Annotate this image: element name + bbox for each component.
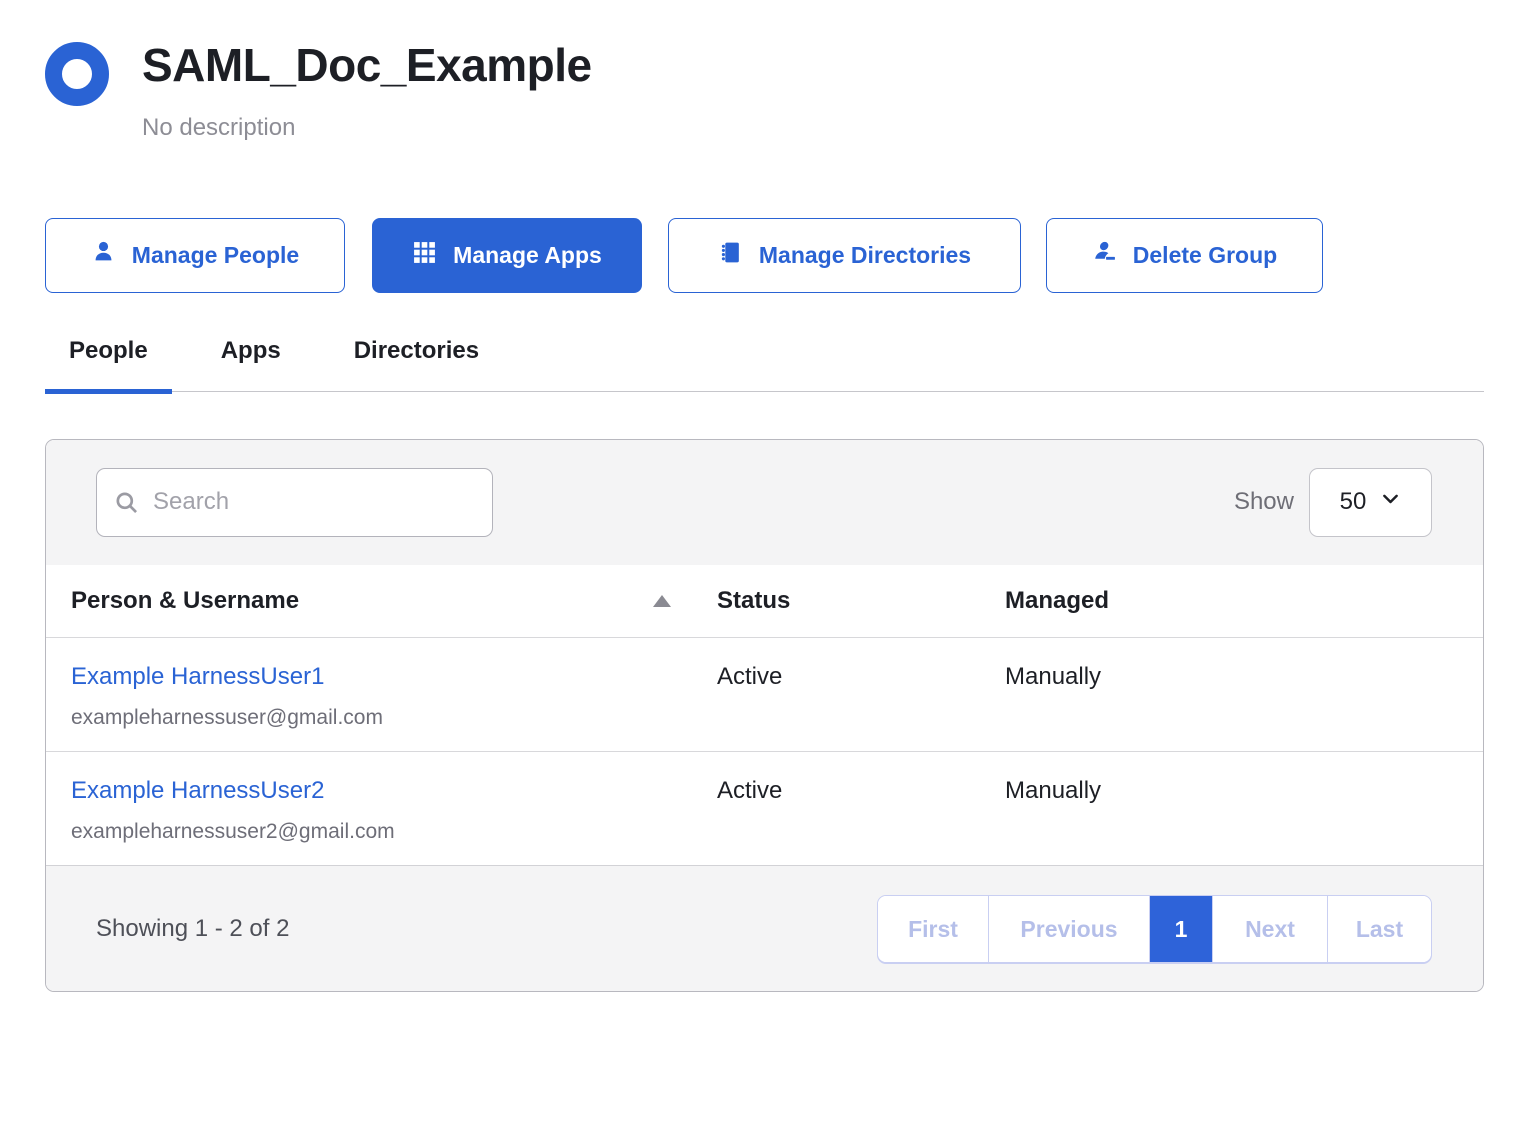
pagination-last-button[interactable]: Last xyxy=(1327,896,1431,962)
delete-group-button[interactable]: Delete Group xyxy=(1046,218,1323,293)
user-status: Active xyxy=(717,663,1005,751)
group-detail-page: SAML_Doc_Example No description Manage P… xyxy=(0,0,1520,992)
manage-apps-label: Manage Apps xyxy=(453,242,602,269)
user-status: Active xyxy=(717,777,1005,865)
apps-grid-icon xyxy=(412,240,437,271)
pagination: First Previous 1 Next Last xyxy=(877,895,1432,963)
table-toolbar: Show 50 xyxy=(46,440,1483,565)
person-icon xyxy=(91,240,116,271)
column-header-person-username[interactable]: Person & Username xyxy=(71,587,717,615)
table-row: Example HarnessUser2 exampleharnessuser2… xyxy=(46,751,1483,865)
group-ring-icon xyxy=(45,42,109,106)
manage-people-label: Manage People xyxy=(132,242,299,269)
manage-apps-button[interactable]: Manage Apps xyxy=(372,218,642,293)
table-header-row: Person & Username Status Managed xyxy=(46,565,1483,637)
pagination-page-1-button[interactable]: 1 xyxy=(1149,896,1212,962)
search-input[interactable] xyxy=(96,468,493,537)
user-email: exampleharnessuser2@gmail.com xyxy=(71,820,717,844)
user-link[interactable]: Example HarnessUser1 xyxy=(71,663,324,690)
table-row: Example HarnessUser1 exampleharnessuser@… xyxy=(46,637,1483,751)
tab-apps[interactable]: Apps xyxy=(197,337,305,394)
manage-directories-button[interactable]: Manage Directories xyxy=(668,218,1021,293)
pagination-next-button[interactable]: Next xyxy=(1212,896,1327,962)
column-label-person-username: Person & Username xyxy=(71,587,299,615)
column-header-status[interactable]: Status xyxy=(717,587,1005,615)
user-managed: Manually xyxy=(1005,777,1483,865)
results-summary: Showing 1 - 2 of 2 xyxy=(96,915,289,943)
user-managed: Manually xyxy=(1005,663,1483,751)
manage-people-button[interactable]: Manage People xyxy=(45,218,345,293)
sort-asc-icon xyxy=(653,595,671,607)
tab-people[interactable]: People xyxy=(45,337,172,394)
chevron-down-icon xyxy=(1380,488,1401,516)
page-title: SAML_Doc_Example xyxy=(142,39,592,92)
people-table-card: Show 50 Person & Username Status Managed xyxy=(45,439,1484,992)
show-label: Show xyxy=(1234,488,1294,516)
pagination-previous-button[interactable]: Previous xyxy=(988,896,1149,962)
person-remove-icon xyxy=(1092,240,1117,271)
tab-directories[interactable]: Directories xyxy=(330,337,503,394)
search-box xyxy=(96,468,493,537)
group-tabs: People Apps Directories xyxy=(45,337,1484,392)
user-link[interactable]: Example HarnessUser2 xyxy=(71,777,324,804)
group-description: No description xyxy=(142,114,592,142)
group-header: SAML_Doc_Example No description xyxy=(45,39,1484,142)
table-footer: Showing 1 - 2 of 2 First Previous 1 Next… xyxy=(46,865,1483,992)
user-email: exampleharnessuser@gmail.com xyxy=(71,706,717,730)
group-actions: Manage People Manage Apps xyxy=(45,218,1484,293)
manage-directories-label: Manage Directories xyxy=(759,242,971,269)
directory-icon xyxy=(718,240,743,271)
column-header-managed[interactable]: Managed xyxy=(1005,587,1483,615)
page-size-control: Show 50 xyxy=(1234,468,1432,537)
page-size-select[interactable]: 50 xyxy=(1309,468,1432,537)
pagination-first-button[interactable]: First xyxy=(878,896,988,962)
delete-group-label: Delete Group xyxy=(1133,242,1277,269)
page-size-value: 50 xyxy=(1340,488,1367,516)
